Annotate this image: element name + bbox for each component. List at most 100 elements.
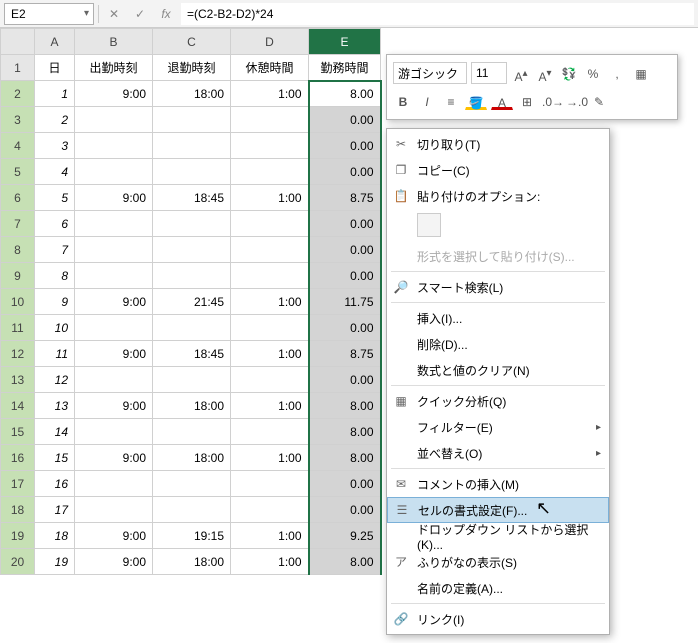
cell[interactable]: 18:00 bbox=[153, 393, 231, 419]
menu-clear[interactable]: 数式と値のクリア(N) bbox=[387, 357, 609, 383]
cell[interactable]: 18:45 bbox=[153, 341, 231, 367]
row-head[interactable]: 8 bbox=[1, 237, 35, 263]
cell[interactable] bbox=[153, 471, 231, 497]
cell[interactable] bbox=[75, 211, 153, 237]
cell[interactable]: 19:15 bbox=[153, 523, 231, 549]
row-head[interactable]: 13 bbox=[1, 367, 35, 393]
align-center-button[interactable]: ≡ bbox=[441, 91, 461, 111]
format-cells-button[interactable]: ▦ bbox=[631, 63, 651, 83]
menu-define-name[interactable]: 名前の定義(A)... bbox=[387, 575, 609, 601]
format-painter-button[interactable]: ✎ bbox=[589, 91, 609, 111]
cell[interactable]: 3 bbox=[35, 133, 75, 159]
cell[interactable] bbox=[231, 497, 309, 523]
cell[interactable] bbox=[231, 107, 309, 133]
cell[interactable] bbox=[153, 107, 231, 133]
cell[interactable] bbox=[231, 211, 309, 237]
cell[interactable]: 9.25 bbox=[309, 523, 381, 549]
cell[interactable]: 17 bbox=[35, 497, 75, 523]
italic-button[interactable]: I bbox=[417, 91, 437, 111]
cell[interactable] bbox=[75, 367, 153, 393]
cell[interactable] bbox=[153, 419, 231, 445]
row-head[interactable]: 14 bbox=[1, 393, 35, 419]
decrease-decimal-button[interactable]: →.0 bbox=[565, 91, 585, 111]
cell[interactable] bbox=[153, 237, 231, 263]
row-head[interactable]: 3 bbox=[1, 107, 35, 133]
menu-insert-comment[interactable]: ✉コメントの挿入(M) bbox=[387, 471, 609, 497]
fill-color-button[interactable]: 🪣 bbox=[465, 92, 487, 110]
row-head[interactable]: 9 bbox=[1, 263, 35, 289]
col-head-E[interactable]: E bbox=[309, 29, 381, 55]
cell[interactable]: 9:00 bbox=[75, 289, 153, 315]
cell[interactable] bbox=[75, 237, 153, 263]
cell[interactable]: 9:00 bbox=[75, 341, 153, 367]
cell[interactable] bbox=[75, 315, 153, 341]
select-all-corner[interactable] bbox=[1, 29, 35, 55]
menu-smart-lookup[interactable]: 🔎スマート検索(L) bbox=[387, 274, 609, 300]
cell[interactable]: 0.00 bbox=[309, 211, 381, 237]
cell[interactable]: 0.00 bbox=[309, 107, 381, 133]
formula-input[interactable]: =(C2-B2-D2)*24 bbox=[181, 3, 694, 25]
cell[interactable]: 9:00 bbox=[75, 445, 153, 471]
cell[interactable]: 8.00 bbox=[309, 393, 381, 419]
cell[interactable]: 6 bbox=[35, 211, 75, 237]
cell[interactable]: 1:00 bbox=[231, 341, 309, 367]
menu-sort[interactable]: 並べ替え(O) bbox=[387, 440, 609, 466]
cell[interactable]: 1:00 bbox=[231, 445, 309, 471]
cell[interactable]: 9:00 bbox=[75, 185, 153, 211]
row-head[interactable]: 16 bbox=[1, 445, 35, 471]
row-head-1[interactable]: 1 bbox=[1, 55, 35, 81]
cell[interactable]: 9:00 bbox=[75, 393, 153, 419]
accounting-format-button[interactable]: 💱 bbox=[559, 63, 579, 83]
row-head[interactable]: 5 bbox=[1, 159, 35, 185]
cell[interactable]: 11.75 bbox=[309, 289, 381, 315]
cell[interactable]: 18:00 bbox=[153, 81, 231, 107]
menu-phonetic[interactable]: アふりがなの表示(S) bbox=[387, 549, 609, 575]
row-head[interactable]: 15 bbox=[1, 419, 35, 445]
row-head[interactable]: 20 bbox=[1, 549, 35, 575]
cell[interactable] bbox=[153, 263, 231, 289]
cell[interactable]: 8 bbox=[35, 263, 75, 289]
col-head-B[interactable]: B bbox=[75, 29, 153, 55]
row-head[interactable]: 2 bbox=[1, 81, 35, 107]
cell[interactable] bbox=[231, 263, 309, 289]
percent-button[interactable]: % bbox=[583, 63, 603, 83]
cell[interactable] bbox=[231, 419, 309, 445]
increase-decimal-button[interactable]: .0→ bbox=[541, 91, 561, 111]
cell[interactable]: 1:00 bbox=[231, 185, 309, 211]
menu-quick-analysis[interactable]: ▦クイック分析(Q) bbox=[387, 388, 609, 414]
cell[interactable] bbox=[153, 315, 231, 341]
header-cell[interactable]: 日 bbox=[35, 55, 75, 81]
cell[interactable]: 21:45 bbox=[153, 289, 231, 315]
cell[interactable]: 9:00 bbox=[75, 523, 153, 549]
cell[interactable] bbox=[75, 133, 153, 159]
cancel-button[interactable]: ✕ bbox=[103, 3, 125, 25]
col-head-D[interactable]: D bbox=[231, 29, 309, 55]
cell[interactable] bbox=[75, 263, 153, 289]
cell[interactable]: 8.75 bbox=[309, 341, 381, 367]
cell[interactable]: 8.00 bbox=[309, 549, 381, 575]
menu-link[interactable]: 🔗リンク(I) bbox=[387, 606, 609, 632]
menu-delete[interactable]: 削除(D)... bbox=[387, 331, 609, 357]
comma-button[interactable]: , bbox=[607, 63, 627, 83]
menu-filter[interactable]: フィルター(E) bbox=[387, 414, 609, 440]
cell[interactable] bbox=[153, 211, 231, 237]
spreadsheet-grid[interactable]: A B C D E 1 日 出勤時刻 退勤時刻 休憩時間 勤務時間 219:00… bbox=[0, 28, 382, 575]
cell[interactable] bbox=[75, 159, 153, 185]
paste-option-button[interactable] bbox=[417, 213, 441, 237]
cell[interactable] bbox=[231, 471, 309, 497]
cell[interactable]: 7 bbox=[35, 237, 75, 263]
cell[interactable]: 9 bbox=[35, 289, 75, 315]
cell[interactable]: 1:00 bbox=[231, 549, 309, 575]
cell[interactable] bbox=[153, 133, 231, 159]
cell[interactable]: 9:00 bbox=[75, 81, 153, 107]
confirm-button[interactable]: ✓ bbox=[129, 3, 151, 25]
bold-button[interactable]: B bbox=[393, 91, 413, 111]
font-size[interactable] bbox=[471, 62, 507, 84]
cell[interactable] bbox=[231, 133, 309, 159]
cell[interactable]: 0.00 bbox=[309, 237, 381, 263]
row-head[interactable]: 12 bbox=[1, 341, 35, 367]
cell[interactable]: 1:00 bbox=[231, 289, 309, 315]
cell[interactable] bbox=[231, 367, 309, 393]
cell[interactable]: 1 bbox=[35, 81, 75, 107]
row-head[interactable]: 11 bbox=[1, 315, 35, 341]
